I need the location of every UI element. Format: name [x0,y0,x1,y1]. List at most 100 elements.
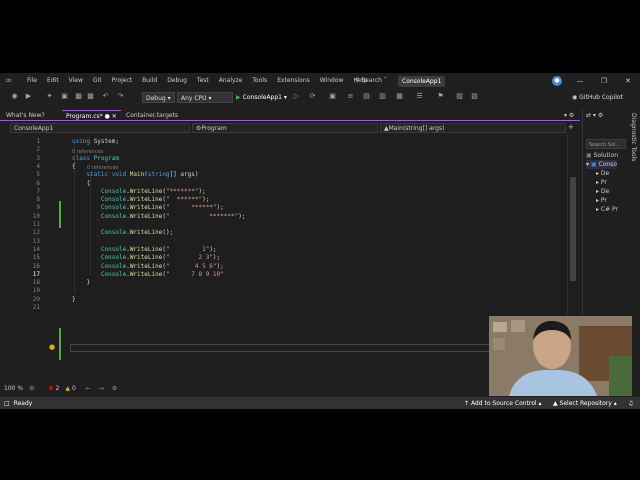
warning-icon[interactable]: ▲ [65,385,70,392]
codelens-references[interactable]: 0 references [87,164,118,172]
menu-item-window[interactable]: Window [315,73,349,89]
line-number: 6 [36,179,40,187]
toolbar-tool-icon[interactable]: ▣ [328,92,337,101]
diagnostic-tools-tab[interactable]: Diagnostic Tools [628,109,640,189]
save-icon[interactable]: ▩ [74,92,83,101]
next-issue-icon[interactable]: → [99,385,104,392]
code-token: Main [129,171,145,179]
toolbar-tool-icon[interactable]: ▤ [362,92,371,101]
notifications-icon[interactable]: ♫ [628,400,633,407]
close-button[interactable]: ✕ [616,73,640,89]
toolbar-tool-icon[interactable]: ☰ [415,92,424,101]
add-to-source-control-button[interactable]: ↑ Add to Source Control ▴ [464,400,542,407]
line-number: 19 [32,287,40,295]
project-label: Conso [598,161,617,168]
solution-search-input[interactable]: Search Sol... [586,139,626,149]
program-file-node[interactable]: ▸ C# Pr [596,205,618,214]
open-folder-icon[interactable]: ▣ [60,92,69,101]
code-token: Console [72,245,127,253]
source-control-label: Add to Source Control [470,399,537,407]
quick-actions-lightbulb-icon[interactable]: ● [49,343,55,351]
account-icon[interactable]: ● [552,76,562,86]
menu-item-tools[interactable]: Tools [247,73,272,89]
menu-item-file[interactable]: File [22,73,42,89]
codelens-references[interactable]: 0 references [72,148,103,156]
class-dropdown[interactable]: ⚙Program [192,123,378,133]
project-node[interactable]: ▾ ▣ Conso [586,160,617,169]
code-editor[interactable]: ● 1 using System; 2 3 class Program 0 referen… [0,135,567,381]
copilot-label: GitHub Copilot [579,94,623,101]
dependencies-node[interactable]: ▸ De [596,187,609,196]
change-marker [59,201,61,228]
minimize-button[interactable]: — [568,73,592,89]
save-all-icon[interactable]: ▩ [86,92,95,101]
code-token: Console [72,270,127,278]
code-token: static void [72,171,130,179]
hot-reload-icon[interactable]: ⟳ [308,92,317,101]
toolbar-tool-icon[interactable]: ≡ [346,92,355,101]
settings-icon[interactable]: ⚙ [29,385,34,392]
menu-item-git[interactable]: Git [88,73,107,89]
menu-item-analyze[interactable]: Analyze [214,73,248,89]
start-debugging-button[interactable]: ▶ ConsoleApp1 ▾ [236,92,287,103]
run-without-debugging-icon[interactable]: ▷ [292,92,301,101]
maximize-button[interactable]: ❐ [592,73,616,89]
navigate-forward-icon[interactable]: ▶ [24,92,33,101]
warning-count: 0 [71,385,76,392]
menu-item-build[interactable]: Build [137,73,162,89]
member-dropdown[interactable]: ▲Main(string[] args) [380,123,566,133]
menu-item-view[interactable]: View [64,73,88,89]
dependencies-node[interactable]: ▸ De [596,169,609,178]
code-text: class Program [72,155,119,163]
code-token: ); [238,212,246,220]
bookmark-icon[interactable]: ⚑ [436,92,445,101]
toolbar-tool-icon[interactable]: ▦ [395,92,404,101]
search-box[interactable]: ⚲ Search ˅ [355,75,387,87]
code-token: WriteLine [129,245,163,253]
platform-dropdown[interactable]: Any CPU ▾ [177,92,233,103]
toolbar-tool-icon[interactable]: ▨ [470,92,479,101]
redo-icon[interactable]: ↷ [116,92,125,101]
member-label: Main(string[] args) [388,125,445,132]
toolbar-tool-icon[interactable]: ▥ [378,92,387,101]
search-label: Search [361,77,382,84]
line-number: 15 [32,254,40,262]
navigate-back-icon[interactable]: ◉ [10,92,19,101]
dependencies-label: De [600,170,610,177]
split-editor-icon[interactable]: + [568,123,574,131]
code-text: Console.WriteLine(" ******"); [72,204,224,212]
github-copilot-button[interactable]: ◉ GitHub Copilot [572,92,623,103]
menu-item-debug[interactable]: Debug [162,73,192,89]
zoom-level[interactable]: 100 % [4,385,23,392]
error-icon[interactable]: ✖ [48,385,53,392]
new-item-icon[interactable]: ✦ [45,92,54,101]
line-number: 9 [36,204,40,212]
main-menu: File Edit View Git Project Build Debug Test Anal… [22,73,372,89]
select-repository-button[interactable]: ▲ Select Repository ▴ [553,400,617,407]
undo-icon[interactable]: ↶ [101,92,110,101]
configuration-value: Debug [146,95,166,102]
menu-item-edit[interactable]: Edit [42,73,64,89]
project-dropdown[interactable]: ConsoleApp1 [10,123,190,133]
filter-icon[interactable]: ⚙ [112,385,117,392]
configuration-dropdown[interactable]: Debug ▾ [142,92,175,103]
properties-node[interactable]: ▸ Pr [596,196,607,205]
toolbar-tool-icon[interactable]: ▧ [455,92,464,101]
code-token: "*******" [165,187,199,195]
code-token: WriteLine [129,187,163,195]
previous-issue-icon[interactable]: ← [86,385,91,392]
close-tab-icon[interactable]: ✕ [112,113,117,120]
pin-icon[interactable]: ● [105,113,110,120]
solution-explorer-toolbar[interactable]: ⇄ ▾ ⚙ [586,111,603,120]
properties-node[interactable]: ▸ Pr [596,178,607,187]
solution-node[interactable]: ▣ Solution [586,151,618,160]
code-token: [] args) [169,171,199,179]
visual-studio-logo-icon: ∞ [5,76,13,86]
code-text: Console.WriteLine("*******"); [72,188,206,196]
menu-item-project[interactable]: Project [107,73,138,89]
menu-item-extensions[interactable]: Extensions [272,73,315,89]
code-token: WriteLine [129,229,163,237]
scrollbar-thumb[interactable] [570,177,576,281]
code-token: " ******" [165,196,203,204]
menu-item-test[interactable]: Test [192,73,214,89]
